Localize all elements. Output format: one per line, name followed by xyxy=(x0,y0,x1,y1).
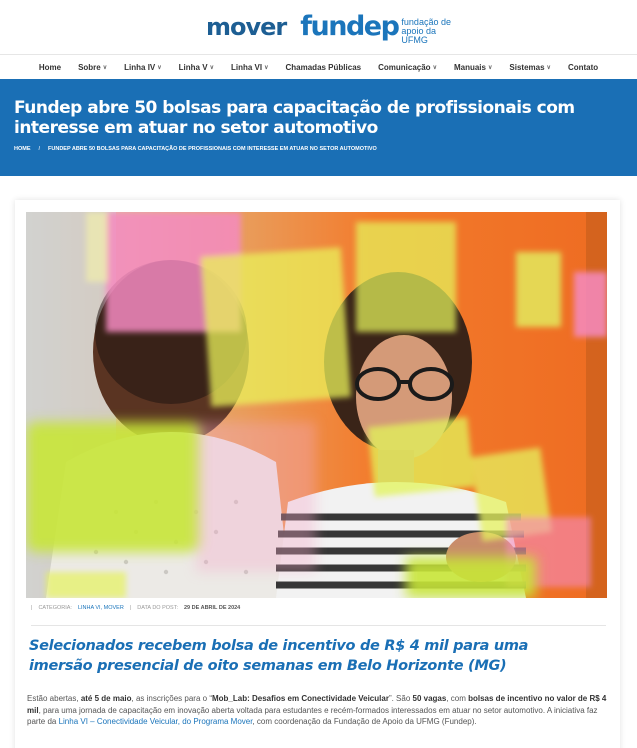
chevron-down-icon: ∨ xyxy=(209,64,214,71)
nav-item-linha-v[interactable]: Linha V ∨ xyxy=(179,63,214,72)
nav-item-label: Sistemas xyxy=(509,62,545,72)
mover-logo[interactable]: mover xyxy=(206,12,287,42)
fundep-logo-subtitle: fundação de apoio da UFMG xyxy=(401,17,451,45)
article-subtitle: Selecionados recebem bolsa de incentivo … xyxy=(29,638,529,674)
chevron-down-icon: ∨ xyxy=(157,64,162,71)
para-text: , com xyxy=(446,694,469,703)
para-deadline: até 5 de maio xyxy=(80,694,132,703)
breadcrumb-current: FUNDEP ABRE 50 BOLSAS PARA CAPACITAÇÃO D… xyxy=(48,146,377,152)
main-nav: Home Sobre ∨ Linha IV ∨ Linha V ∨ Linha VI ∨ Cham… xyxy=(0,56,637,78)
nav-item-label: Comunicação xyxy=(378,62,431,72)
nav-item-label: Manuais xyxy=(453,62,486,72)
article-card: | CATEGORIA: LINHA VI, MOVER | DATA DO P… xyxy=(15,200,620,748)
nav-item-label: Chamadas Públicas xyxy=(285,62,362,72)
para-program-name: Mob_Lab: Desafios em Conectividade Veicu… xyxy=(211,694,389,703)
nav-item-contato[interactable]: Contato xyxy=(568,63,598,72)
chevron-down-icon: ∨ xyxy=(487,64,493,71)
nav-item-sobre[interactable]: Sobre ∨ xyxy=(78,63,107,72)
article-paragraph: Estão abertas, até 5 de maio, as inscriç… xyxy=(27,693,607,728)
logo-group[interactable]: mover fundep fundação de apoio da UFMG xyxy=(206,12,461,45)
nav-item-manuais[interactable]: Manuais ∨ xyxy=(454,63,492,72)
meta-separator: | xyxy=(31,605,33,611)
para-vacancies: 50 vagas xyxy=(412,694,447,703)
nav-item-label: Linha IV xyxy=(124,62,156,72)
breadcrumb-home-link[interactable]: HOME xyxy=(14,146,31,152)
para-link-linha-vi[interactable]: Linha VI – Conectividade Veicular, do Pr… xyxy=(59,717,253,726)
para-text: Estão abertas, xyxy=(27,694,81,703)
post-date: 29 DE ABRIL DE 2024 xyxy=(184,605,241,611)
fundep-logo[interactable]: fundep fundação de apoio da UFMG xyxy=(300,12,461,45)
breadcrumb: HOME / FUNDEP ABRE 50 BOLSAS PARA CAPACI… xyxy=(14,146,623,152)
nav-item-linha-iv[interactable]: Linha IV ∨ xyxy=(124,63,162,72)
chevron-down-icon: ∨ xyxy=(264,64,269,71)
category-links[interactable]: LINHA VI, MOVER xyxy=(78,605,124,611)
meta-separator: | xyxy=(129,605,132,611)
date-label: DATA DO POST: xyxy=(137,605,178,611)
nav-item-label: Sobre xyxy=(78,62,101,72)
nav-item-label: Contato xyxy=(567,62,599,72)
nav-item-comunica-o[interactable]: Comunicação ∨ xyxy=(378,63,437,72)
post-photo xyxy=(26,212,607,598)
para-text: , as inscrições para o “ xyxy=(131,694,212,703)
nav-item-chamadas-p-blicas[interactable]: Chamadas Públicas xyxy=(286,63,362,72)
chevron-down-icon: ∨ xyxy=(432,64,437,71)
para-text: , com coordenação da Fundação de Apoio d… xyxy=(252,717,477,726)
site-header: mover fundep fundação de apoio da UFMG xyxy=(0,0,637,55)
nav-item-home[interactable]: Home xyxy=(39,63,61,72)
fundep-logo-text: fundep xyxy=(300,11,400,42)
post-meta: | CATEGORIA: LINHA VI, MOVER | DATA DO P… xyxy=(31,605,240,611)
nav-item-sistemas[interactable]: Sistemas ∨ xyxy=(509,63,551,72)
nav-item-linha-vi[interactable]: Linha VI ∨ xyxy=(231,63,269,72)
nav-item-label: Linha V xyxy=(178,62,208,72)
page-title: Fundep abre 50 bolsas para capacitação d… xyxy=(14,98,575,138)
nav-item-label: Linha VI xyxy=(230,62,263,72)
chevron-down-icon: ∨ xyxy=(102,64,108,71)
nav-item-label: Home xyxy=(38,62,62,72)
para-text: ”. São xyxy=(388,694,413,703)
page-hero: Fundep abre 50 bolsas para capacitação d… xyxy=(0,79,637,176)
mover-logo-text: mover xyxy=(206,13,287,41)
article-image xyxy=(26,212,607,598)
chevron-down-icon: ∨ xyxy=(546,64,551,71)
category-label: CATEGORIA: xyxy=(38,605,72,611)
breadcrumb-separator: / xyxy=(38,146,41,152)
divider xyxy=(31,625,606,626)
